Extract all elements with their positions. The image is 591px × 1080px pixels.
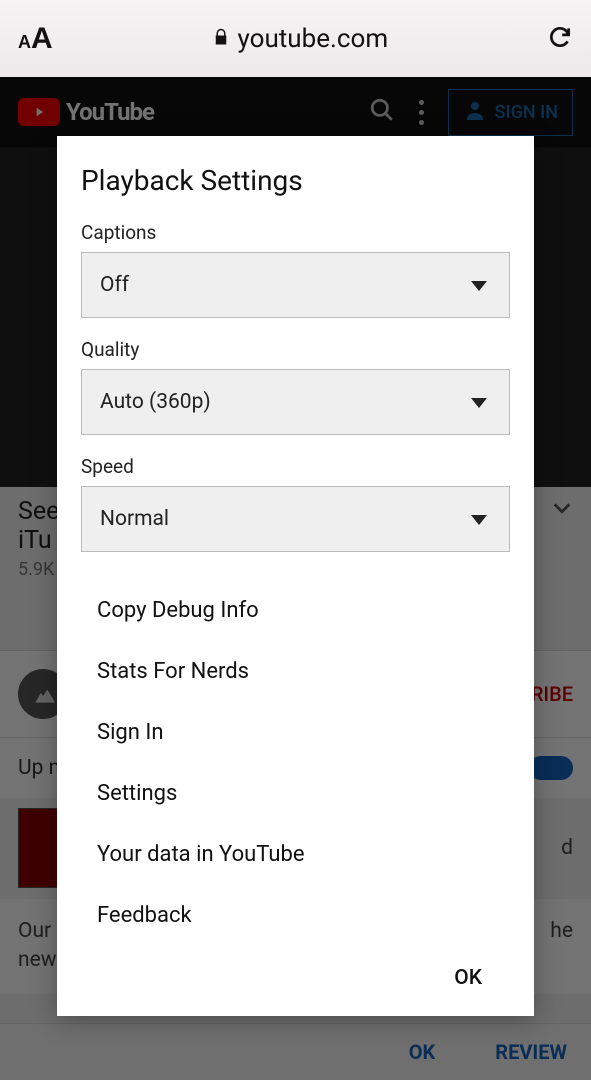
modal-actions: OK (57, 946, 534, 1006)
url-display[interactable]: youtube.com (53, 24, 547, 54)
small-a-icon: A (18, 32, 31, 53)
settings-menu-list: Copy Debug Info Stats For Nerds Sign In … (57, 566, 534, 946)
sign-in-item[interactable]: Sign In (57, 702, 534, 763)
copy-debug-info-item[interactable]: Copy Debug Info (57, 580, 534, 641)
url-text: youtube.com (238, 24, 389, 54)
lock-icon (212, 28, 230, 50)
stats-for-nerds-item[interactable]: Stats For Nerds (57, 641, 534, 702)
quality-label: Quality (81, 338, 510, 361)
quality-field: Quality Auto (360p) (57, 332, 534, 449)
ok-button[interactable]: OK (454, 966, 482, 990)
quality-select[interactable]: Auto (360p) (81, 369, 510, 435)
speed-field: Speed Normal (57, 449, 534, 566)
speed-select[interactable]: Normal (81, 486, 510, 552)
large-a-icon: A (31, 22, 53, 56)
modal-title: Playback Settings (57, 164, 534, 215)
captions-value: Off (100, 273, 129, 297)
quality-value: Auto (360p) (100, 390, 211, 414)
settings-item[interactable]: Settings (57, 763, 534, 824)
chevron-down-icon (471, 273, 487, 297)
speed-value: Normal (100, 507, 169, 531)
chevron-down-icon (471, 390, 487, 414)
your-data-item[interactable]: Your data in YouTube (57, 824, 534, 885)
reader-text-size-button[interactable]: A A (18, 22, 53, 56)
captions-label: Captions (81, 221, 510, 244)
captions-select[interactable]: Off (81, 252, 510, 318)
browser-address-bar: A A youtube.com (0, 0, 591, 77)
chevron-down-icon (471, 507, 487, 531)
playback-settings-modal: Playback Settings Captions Off Quality A… (57, 136, 534, 1016)
captions-field: Captions Off (57, 215, 534, 332)
feedback-item[interactable]: Feedback (57, 885, 534, 946)
speed-label: Speed (81, 455, 510, 478)
reload-button[interactable] (547, 24, 573, 54)
